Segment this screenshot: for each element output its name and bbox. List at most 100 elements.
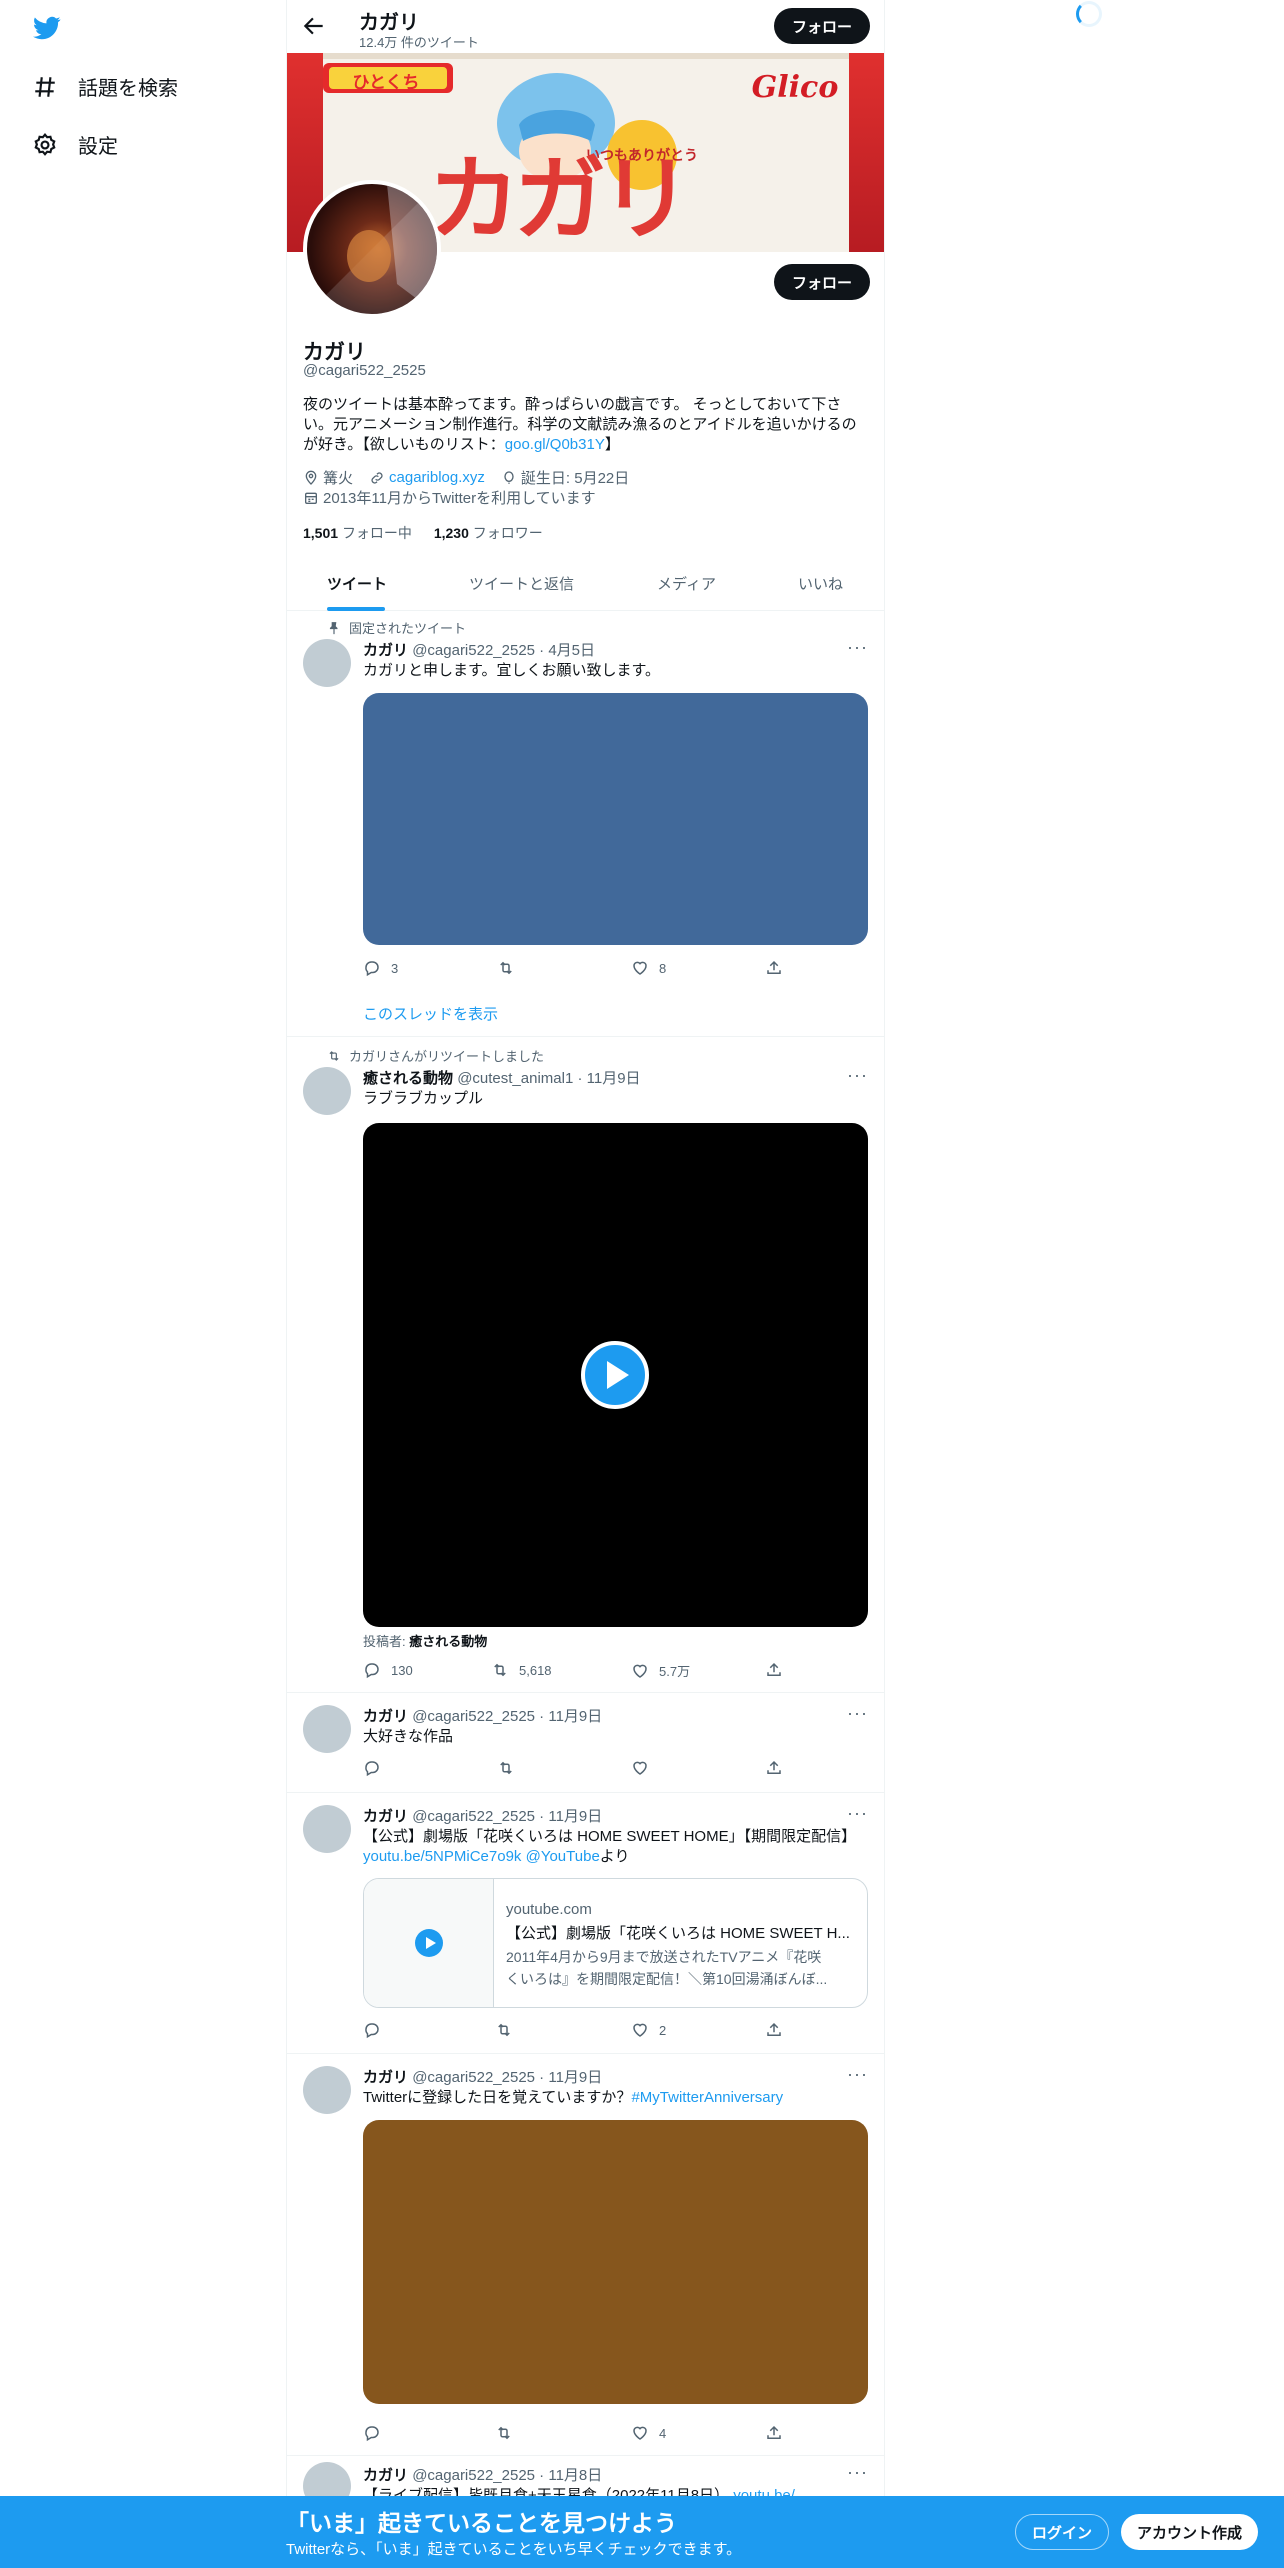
signup-banner: 「いま」起きていることを見つけよう Twitterなら、「いま」起きていることを… (0, 2496, 1284, 2568)
hashtag-link[interactable]: #MyTwitterAnniversary (631, 2089, 783, 2106)
tweet-actions: 2 (363, 2021, 793, 2041)
avatar[interactable] (303, 639, 351, 687)
back-arrow-icon[interactable] (301, 13, 327, 39)
more-options-icon[interactable]: ··· (847, 637, 868, 658)
more-options-icon[interactable]: ··· (847, 1065, 868, 1086)
play-icon (415, 1929, 443, 1957)
tweet-image[interactable] (363, 693, 868, 945)
tweet-link[interactable]: youtu.be/5NPMiCe7o9k (363, 1848, 521, 1865)
header-title: カガリ (359, 12, 419, 34)
tab-tweets[interactable]: ツイート (327, 573, 387, 594)
tweet-link-card[interactable]: カガリ @cagari522_2525 · 11月9日 ··· 【公式】劇場版「… (287, 1793, 884, 2054)
like-button[interactable]: 8 (631, 959, 666, 977)
avatar[interactable] (303, 1805, 351, 1853)
card-desc-line2: くいろは』を期間限定配信！＼第10回湯涌ぼんぼ... (506, 1971, 828, 1987)
like-button[interactable]: 4 (631, 2424, 666, 2442)
tab-likes[interactable]: いいね (798, 573, 843, 594)
tab-media[interactable]: メディア (657, 573, 716, 594)
following-link[interactable]: 1,501 フォロー中 (303, 525, 412, 541)
bio-link[interactable]: goo.gl/Q0b31Y (505, 436, 605, 453)
author-name[interactable]: カガリ (363, 1808, 408, 1825)
author-meta: @cagari522_2525 · 11月9日 (412, 1708, 603, 1725)
banner-brand: Glico (752, 70, 839, 105)
twitter-logo-icon[interactable] (32, 14, 62, 42)
profile-url[interactable]: cagariblog.xyz (389, 469, 485, 486)
profile-follow-button[interactable]: フォロー (774, 264, 871, 300)
author-meta: @cagari522_2525 · 4月5日 (412, 642, 596, 659)
tweet-retweet[interactable]: カガリさんがリツイートしました 癒される動物 @cutest_animal1 ·… (287, 1037, 884, 1693)
more-options-icon[interactable]: ··· (847, 2064, 868, 2085)
tweet-pinned[interactable]: 固定されたツイート カガリ @cagari522_2525 · 4月5日 ···… (287, 611, 884, 1037)
card-body: youtube.com 【公式】劇場版「花咲くいろは HOME SWEET H.… (506, 1901, 856, 1989)
heart-icon (633, 2023, 647, 2037)
profile-tabs: ツイート ツイートと返信 メディア いいね (287, 557, 884, 611)
reply-button[interactable] (363, 1759, 391, 1777)
tweet-video[interactable] (363, 1123, 868, 1627)
reply-button[interactable]: 130 (363, 1661, 413, 1679)
mention-link[interactable]: @YouTube (526, 1848, 600, 1865)
reply-button[interactable]: 3 (363, 959, 398, 977)
tab-tweets-replies[interactable]: ツイートと返信 (469, 573, 574, 594)
tweet-anniversary[interactable]: カガリ @cagari522_2525 · 11月9日 ··· Twitterに… (287, 2054, 884, 2456)
tweet-header: カガリ @cagari522_2525 · 11月9日 (363, 2066, 602, 2087)
retweet-icon (500, 961, 512, 975)
retweet-button[interactable] (495, 2021, 523, 2039)
author-name[interactable]: カガリ (363, 2467, 408, 2484)
followers-link[interactable]: 1,230 フォロワー (434, 525, 543, 541)
author-meta: @cagari522_2525 · 11月8日 (412, 2467, 603, 2484)
share-button[interactable] (765, 1661, 793, 1679)
signup-banner-subtitle: Twitterなら、「いま」起きていることをいち早くチェックできます。 (286, 2541, 742, 2558)
link-icon (371, 471, 383, 484)
bio-end: 】 (604, 436, 620, 453)
more-options-icon[interactable]: ··· (847, 1703, 868, 1724)
avatar[interactable] (303, 2066, 351, 2114)
profile-joined: 2013年11月からTwitterを利用しています (323, 490, 596, 507)
play-icon[interactable] (581, 1341, 649, 1409)
link-card[interactable]: youtube.com 【公式】劇場版「花咲くいろは HOME SWEET H.… (363, 1878, 868, 2008)
retweet-button[interactable] (497, 1759, 525, 1777)
author-name[interactable]: カガリ (363, 2069, 408, 2086)
share-button[interactable] (765, 959, 793, 977)
author-name[interactable]: カガリ (363, 642, 408, 659)
author-name[interactable]: 癒される動物 (363, 1070, 453, 1087)
share-button[interactable] (765, 1759, 793, 1777)
followers-count: 1,230 (433, 525, 469, 541)
heart-icon (633, 961, 647, 975)
share-button[interactable] (765, 2424, 793, 2442)
login-button[interactable]: ログイン (1015, 2514, 1110, 2550)
avatar[interactable] (303, 1705, 351, 1753)
retweet-button[interactable]: 5,618 (491, 1661, 552, 1679)
nav-settings[interactable]: 設定 (32, 130, 118, 159)
share-icon (767, 1662, 781, 1676)
retweet-button[interactable] (497, 959, 525, 977)
avatar[interactable] (303, 1067, 351, 1115)
reply-button[interactable] (363, 2021, 391, 2039)
retweet-button[interactable] (495, 2424, 523, 2442)
author-name[interactable]: カガリ (363, 1708, 408, 1725)
reply-icon (365, 1663, 379, 1679)
more-options-icon[interactable]: ··· (847, 1803, 868, 1824)
like-button[interactable] (631, 1759, 659, 1777)
banner-product-name: カガリ (428, 146, 686, 252)
share-button[interactable] (765, 2021, 793, 2039)
show-thread-link[interactable]: このスレッドを表示 (363, 1003, 498, 1024)
profile-stats: 1,501 フォロー中 1,230 フォロワー (303, 523, 543, 543)
gear-icon (34, 132, 56, 156)
tweet-header: カガリ @cagari522_2525 · 11月8日 (363, 2464, 602, 2485)
nav-explore-label: 話題を検索 (78, 78, 178, 100)
signup-button[interactable]: アカウント作成 (1121, 2514, 1259, 2550)
share-icon (767, 1760, 781, 1774)
reply-button[interactable] (363, 2424, 391, 2442)
heart-icon (633, 2426, 647, 2440)
top-bar: カガリ 12.4万 件のツイート フォロー (287, 0, 884, 52)
tweet-actions: 3 8 (363, 959, 793, 979)
tweet[interactable]: カガリ @cagari522_2525 · 11月9日 ··· 大好きな作品 (287, 1693, 884, 1793)
header-follow-button[interactable]: フォロー (774, 8, 871, 44)
tweet-image[interactable] (363, 2120, 868, 2404)
more-options-icon[interactable]: ··· (847, 2462, 868, 2483)
like-button[interactable]: 5.7万 (631, 1661, 690, 1680)
profile-avatar[interactable] (303, 180, 441, 318)
like-button[interactable]: 2 (631, 2021, 666, 2039)
profile-handle: @cagari522_2525 (303, 362, 426, 379)
nav-explore[interactable]: 話題を検索 (32, 72, 178, 101)
